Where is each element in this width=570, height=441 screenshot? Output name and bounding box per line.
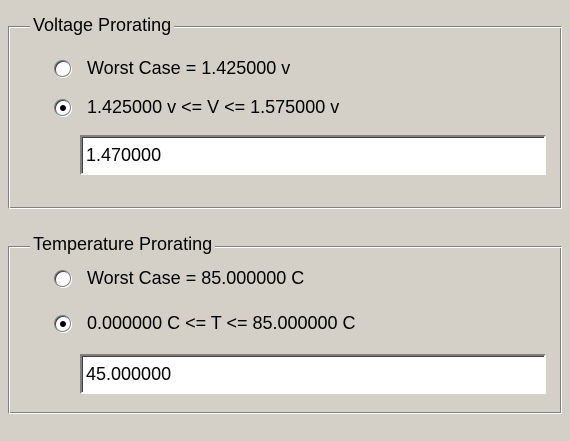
radio-button-icon[interactable] (54, 314, 71, 332)
temperature-value-input[interactable] (80, 354, 546, 394)
prorating-dialog: Voltage Prorating Worst Case = 1.425000 … (0, 0, 570, 441)
voltage-worst-case-label[interactable]: Worst Case = 1.425000 v (87, 57, 290, 79)
voltage-value-input[interactable] (80, 135, 546, 175)
voltage-range-radio[interactable]: 1.425000 v <= V <= 1.575000 v (54, 94, 339, 120)
voltage-range-label[interactable]: 1.425000 v <= V <= 1.575000 v (87, 96, 339, 118)
radio-dot-icon (60, 104, 66, 111)
temperature-range-radio[interactable]: 0.000000 C <= T <= 85.000000 C (54, 310, 356, 336)
temperature-worst-case-label[interactable]: Worst Case = 85.000000 C (87, 267, 304, 289)
voltage-worst-case-radio[interactable]: Worst Case = 1.425000 v (54, 55, 290, 81)
radio-dot-icon (60, 320, 66, 327)
temperature-range-label[interactable]: 0.000000 C <= T <= 85.000000 C (87, 312, 356, 334)
radio-button-icon[interactable] (54, 98, 71, 116)
temperature-worst-case-radio[interactable]: Worst Case = 85.000000 C (54, 265, 304, 291)
radio-button-icon[interactable] (54, 59, 71, 77)
temperature-prorating-title: Temperature Prorating (30, 233, 216, 255)
radio-button-icon[interactable] (54, 269, 71, 287)
voltage-prorating-title: Voltage Prorating (30, 14, 175, 36)
